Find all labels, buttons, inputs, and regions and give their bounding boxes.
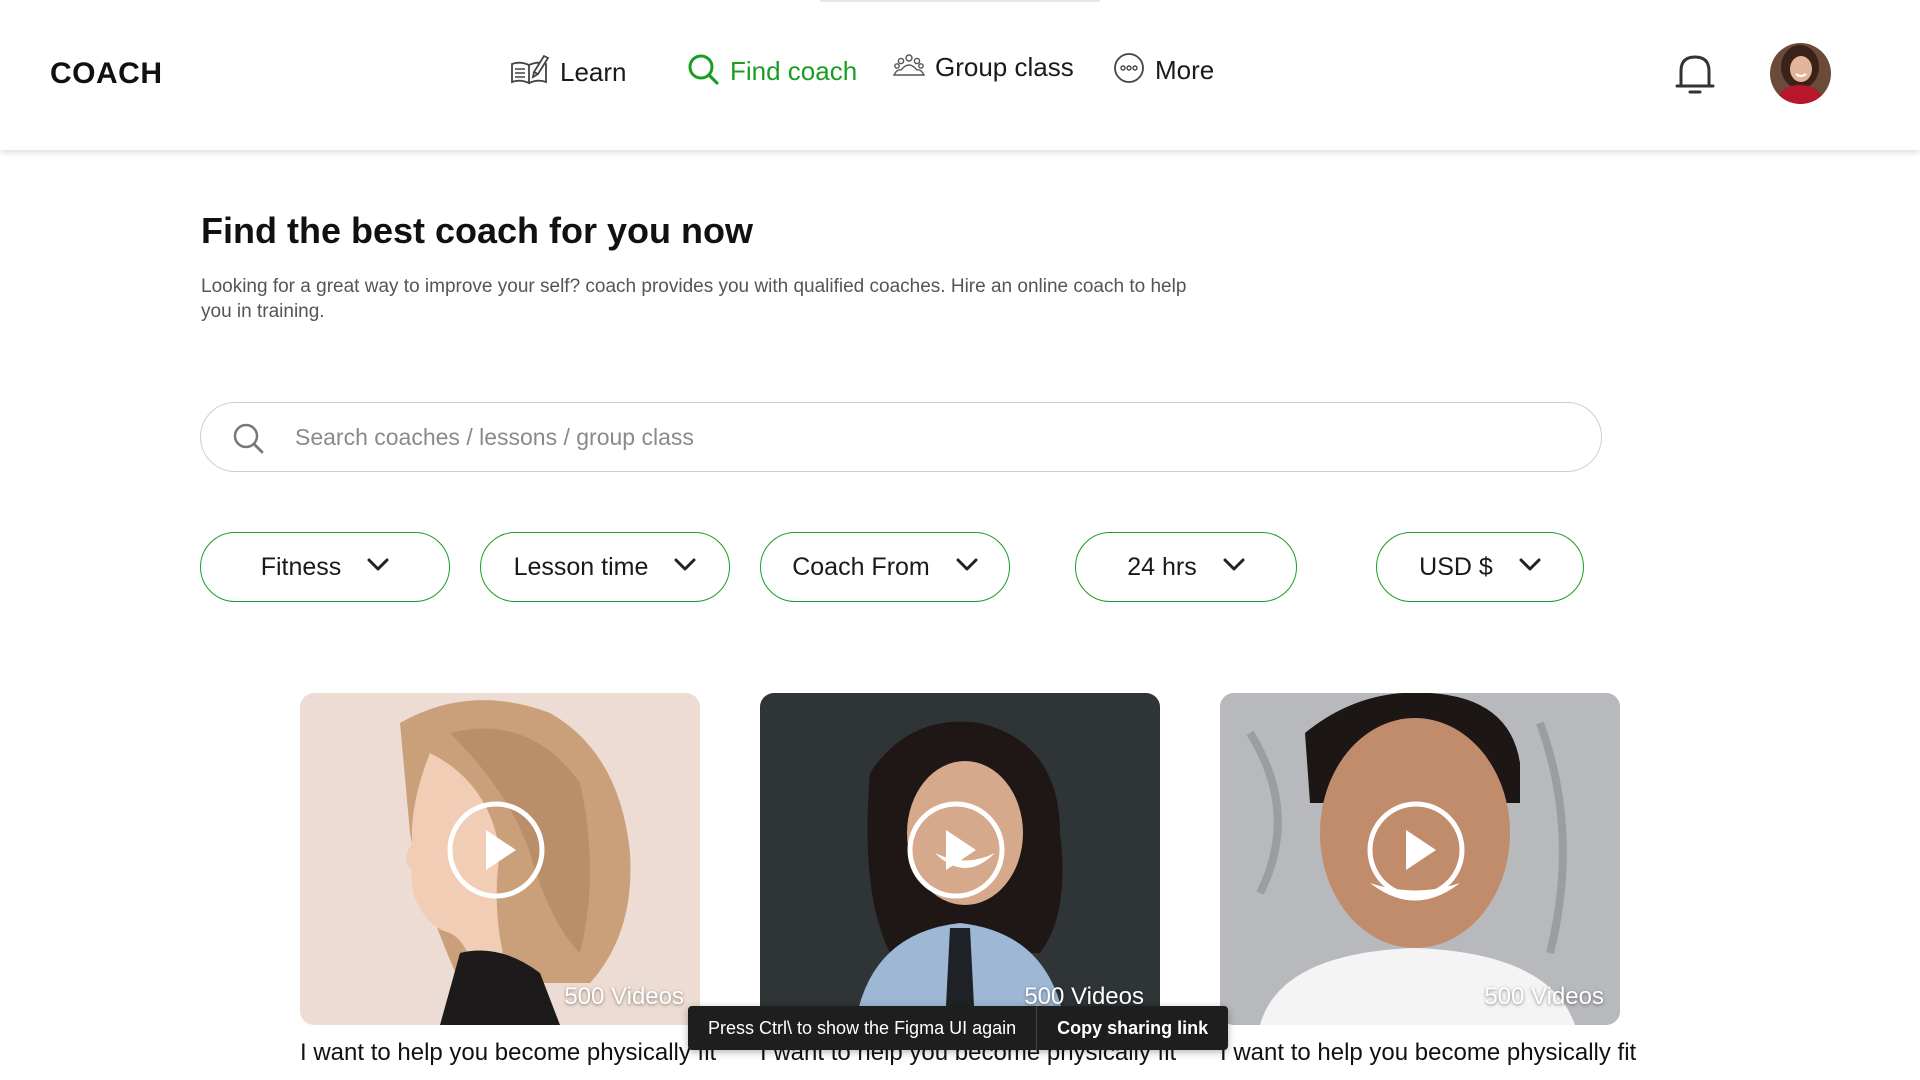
nav-label-find-coach: Find coach [730, 56, 858, 86]
chevron-down-icon [1519, 558, 1541, 577]
video-count: 500 Videos [564, 983, 684, 1010]
search-icon [231, 421, 265, 455]
filter-currency-dropdown[interactable]: USD $ [1376, 532, 1584, 602]
top-navigation-bar: COACH Learn Find coach Group class More [0, 0, 1920, 150]
page-title: Find the best coach for you now [201, 210, 754, 251]
filter-label: Lesson time [513, 552, 649, 581]
filter-lesson-time-dropdown[interactable]: Lesson time [480, 532, 730, 602]
copy-sharing-link-button[interactable]: Copy sharing link [1037, 1018, 1228, 1039]
search-icon [686, 52, 720, 91]
filter-label: 24 hrs [1127, 552, 1197, 581]
nav-item-find-coach[interactable]: Find coach [686, 52, 857, 91]
more-dots-icon [1113, 52, 1145, 89]
book-write-icon [510, 52, 550, 93]
filter-category-dropdown[interactable]: Fitness [200, 532, 450, 602]
user-avatar[interactable] [1770, 43, 1831, 104]
nav-label-group-class: Group class [935, 52, 1074, 82]
coach-card-title[interactable]: I want to help you become physically fit [1220, 1037, 1640, 1069]
filter-label: Coach From [792, 552, 930, 581]
brand-logo[interactable]: COACH [50, 57, 163, 91]
video-count: 500 Videos [1484, 983, 1604, 1010]
play-icon[interactable] [906, 800, 1006, 900]
top-edge-hint [820, 0, 1100, 2]
search-bar[interactable] [200, 402, 1602, 472]
play-icon[interactable] [1366, 800, 1466, 900]
group-people-icon [892, 53, 926, 82]
coach-card-title[interactable]: I want to help you become physically fit [300, 1037, 720, 1069]
chevron-down-icon [674, 558, 696, 577]
filter-hours-dropdown[interactable]: 24 hrs [1075, 532, 1297, 602]
chevron-down-icon [1223, 558, 1245, 577]
coach-card[interactable]: 500 Videos I want to help you become phy… [300, 693, 716, 1066]
filter-coach-from-dropdown[interactable]: Coach From [760, 532, 1010, 602]
chevron-down-icon [367, 558, 389, 577]
nav-label-learn: Learn [560, 57, 627, 87]
nav-item-more[interactable]: More [1113, 52, 1214, 89]
nav-label-more: More [1155, 55, 1215, 85]
play-icon[interactable] [446, 800, 546, 900]
coach-card[interactable]: 500 Videos I want to help you become phy… [760, 693, 1176, 1066]
coach-video-thumbnail[interactable]: 500 Videos [1220, 693, 1620, 1025]
page-description: Looking for a great way to improve your … [201, 276, 1187, 322]
nav-item-learn[interactable]: Learn [510, 52, 627, 93]
toast-message: Press Ctrl\ to show the Figma UI again [708, 1017, 1017, 1038]
coach-card[interactable]: 500 Videos I want to help you become phy… [1220, 693, 1636, 1066]
nav-item-group-class[interactable]: Group class [892, 52, 1074, 83]
chevron-down-icon [956, 558, 978, 577]
coach-video-thumbnail[interactable]: 500 Videos [300, 693, 700, 1025]
filter-label: Fitness [260, 552, 342, 581]
search-input[interactable] [295, 417, 1575, 457]
filter-label: USD $ [1419, 552, 1493, 581]
bell-icon[interactable] [1670, 48, 1720, 98]
figma-toast: Press Ctrl\ to show the Figma UI again C… [688, 1006, 1229, 1050]
coach-video-thumbnail[interactable]: 500 Videos [760, 693, 1160, 1025]
